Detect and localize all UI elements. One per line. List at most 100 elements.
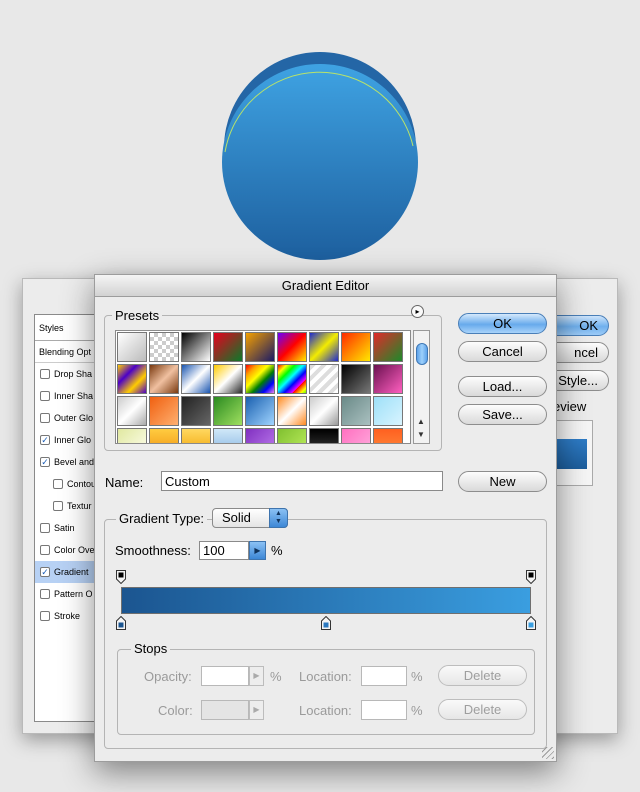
style-item[interactable]: Color Ove (35, 539, 97, 561)
preset-swatch[interactable] (181, 332, 211, 362)
preset-swatch[interactable] (373, 332, 403, 362)
ok-button[interactable]: OK (458, 313, 547, 334)
preset-swatch[interactable] (245, 428, 275, 443)
opacity-delete-button[interactable]: Delete (438, 665, 527, 686)
style-checkbox[interactable] (40, 545, 50, 555)
style-item-label: Inner Glo (54, 435, 92, 445)
style-item-label: Contou (67, 479, 97, 489)
style-item[interactable]: Outer Glo (35, 407, 97, 429)
smoothness-slider-arrow-icon[interactable]: ▶ (249, 541, 266, 560)
preset-swatch[interactable] (277, 396, 307, 426)
preset-swatch[interactable] (213, 396, 243, 426)
preset-swatch[interactable] (181, 396, 211, 426)
opacity-stop-marker[interactable] (526, 570, 536, 584)
preset-swatch[interactable] (309, 396, 339, 426)
preset-swatch[interactable] (373, 396, 403, 426)
preset-swatch[interactable] (341, 364, 371, 394)
preset-swatch[interactable] (213, 332, 243, 362)
save-button[interactable]: Save... (458, 404, 547, 425)
preset-swatch-grid (115, 330, 411, 444)
preset-swatch[interactable] (277, 428, 307, 443)
color-stop-marker[interactable] (116, 616, 126, 630)
color-location-field[interactable] (361, 700, 407, 720)
style-checkbox[interactable]: ✓ (40, 567, 50, 577)
preset-swatch[interactable] (309, 428, 339, 443)
preset-swatch[interactable] (181, 428, 211, 443)
style-item[interactable]: Satin (35, 517, 97, 539)
style-checkbox[interactable] (53, 479, 63, 489)
preset-swatch[interactable] (341, 332, 371, 362)
style-checkbox[interactable]: ✓ (40, 457, 50, 467)
style-checkbox[interactable] (40, 611, 50, 621)
preset-swatch[interactable] (117, 396, 147, 426)
style-checkbox[interactable] (53, 501, 63, 511)
preset-swatch[interactable] (149, 428, 179, 443)
stops-group (117, 649, 535, 735)
preset-swatch[interactable] (245, 332, 275, 362)
style-item[interactable]: ✓ Bevel and (35, 451, 97, 473)
preset-swatch[interactable] (373, 428, 403, 443)
preset-swatch[interactable] (149, 396, 179, 426)
gradient-type-select[interactable]: Solid ▲ ▼ (212, 508, 288, 528)
style-item[interactable]: ✓ Inner Glo (35, 429, 97, 451)
preset-swatch[interactable] (213, 364, 243, 394)
smoothness-label: Smoothness: (115, 543, 191, 558)
style-checkbox[interactable] (40, 413, 50, 423)
style-checkbox[interactable] (40, 523, 50, 533)
preset-swatch[interactable] (149, 364, 179, 394)
resize-grip-icon[interactable] (542, 747, 554, 759)
preview-checkbox-label[interactable]: eview (553, 399, 586, 414)
style-checkbox[interactable]: ✓ (40, 435, 50, 445)
preset-swatch[interactable] (245, 364, 275, 394)
color-arrow-icon[interactable]: ▶ (249, 700, 264, 720)
cancel-button[interactable]: Cancel (458, 341, 547, 362)
styles-list-title[interactable]: Styles (35, 315, 97, 341)
style-checkbox[interactable] (40, 391, 50, 401)
style-item[interactable]: Inner Sha (35, 385, 97, 407)
color-swatch-field[interactable] (201, 700, 249, 720)
style-item[interactable]: Drop Sha (35, 363, 97, 385)
opacity-location-field[interactable] (361, 666, 407, 686)
style-checkbox[interactable] (40, 589, 50, 599)
scroll-up-icon[interactable]: ▲ (417, 417, 425, 426)
color-delete-button[interactable]: Delete (438, 699, 527, 720)
opacity-stop-marker[interactable] (116, 570, 126, 584)
scroll-down-icon[interactable]: ▼ (417, 430, 425, 439)
color-stop-marker[interactable] (321, 616, 331, 630)
style-item-label: Drop Sha (54, 369, 93, 379)
preset-swatch[interactable] (277, 364, 307, 394)
smoothness-field[interactable]: 100 (199, 541, 249, 560)
style-item[interactable]: Pattern O (35, 583, 97, 605)
preset-swatch[interactable] (213, 428, 243, 443)
preset-swatch[interactable] (245, 396, 275, 426)
opacity-field[interactable] (201, 666, 249, 686)
name-field[interactable] (161, 471, 443, 491)
color-stop-marker[interactable] (526, 616, 536, 630)
preset-swatch[interactable] (277, 332, 307, 362)
gradient-preview-bar[interactable] (121, 587, 531, 614)
gradient-type-label: Gradient Type: (116, 511, 208, 526)
style-checkbox[interactable] (40, 369, 50, 379)
preset-swatch[interactable] (341, 396, 371, 426)
preset-swatch[interactable] (373, 364, 403, 394)
scroll-thumb[interactable] (416, 343, 428, 365)
preset-swatch[interactable] (181, 364, 211, 394)
preset-swatch[interactable] (117, 428, 147, 443)
style-item[interactable]: Textur (35, 495, 97, 517)
style-item[interactable]: ✓ Gradient (35, 561, 97, 583)
opacity-label: Opacity: (144, 669, 192, 684)
blending-options-item[interactable]: Blending Opt (35, 341, 97, 363)
preset-swatch[interactable] (309, 332, 339, 362)
preset-swatch[interactable] (341, 428, 371, 443)
load-button[interactable]: Load... (458, 376, 547, 397)
preset-swatch[interactable] (117, 364, 147, 394)
new-button[interactable]: New (458, 471, 547, 492)
style-item[interactable]: Stroke (35, 605, 97, 627)
preset-swatch[interactable] (309, 364, 339, 394)
preset-scrollbar[interactable]: ▲ ▼ (413, 330, 430, 444)
preset-swatch[interactable] (117, 332, 147, 362)
opacity-arrow-icon[interactable]: ▶ (249, 666, 264, 686)
style-item[interactable]: Contou (35, 473, 97, 495)
flyout-arrow-icon[interactable]: ▸ (411, 305, 424, 318)
preset-swatch[interactable] (149, 332, 179, 362)
